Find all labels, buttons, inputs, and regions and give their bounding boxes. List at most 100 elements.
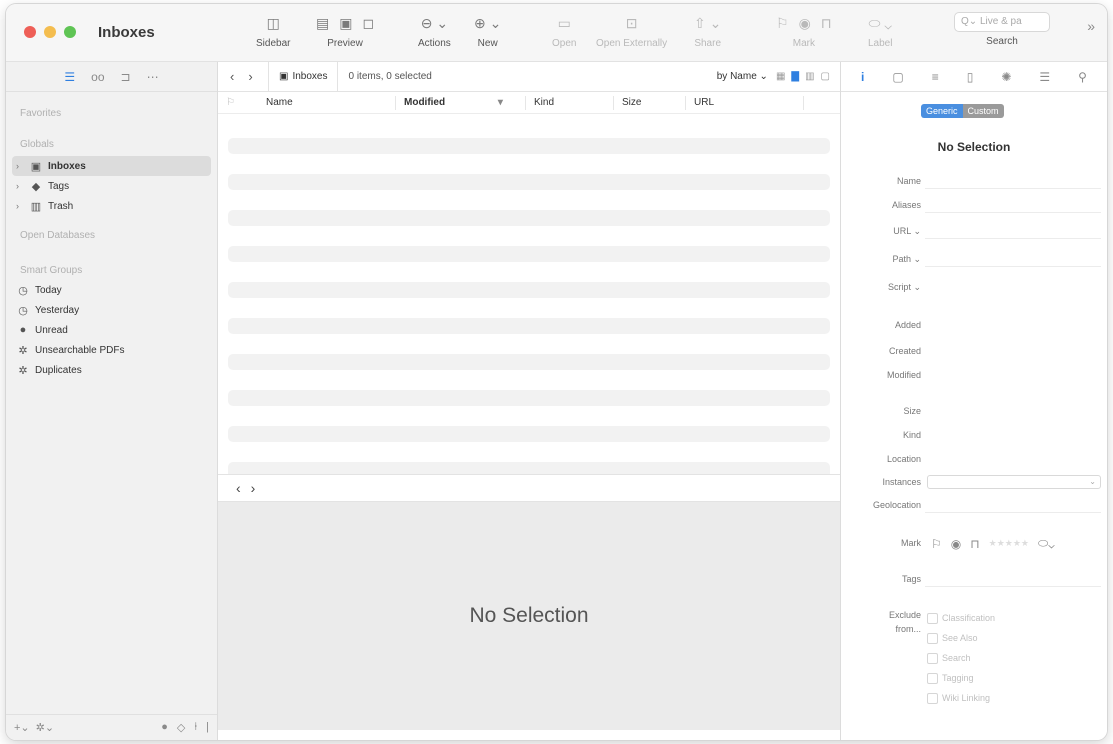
list-view-icon[interactable]: ▇ xyxy=(791,71,799,82)
gear-icon: ✲ xyxy=(18,364,28,377)
preview-list-icon[interactable]: ▤ xyxy=(316,15,329,32)
search-input[interactable]: Q⌄ Live & pa xyxy=(954,12,1050,32)
label-icon[interactable]: ⬭⌄ xyxy=(1038,536,1055,551)
resize-handle-icon[interactable]: | xyxy=(206,721,209,734)
url-label[interactable]: URL ⌄ xyxy=(841,226,921,237)
breadcrumb[interactable]: ▣ Inboxes xyxy=(268,62,339,91)
preview-toggle[interactable]: ▤ ▣ ◻ Preview xyxy=(316,12,374,50)
flag-icon: ⚐ xyxy=(776,14,789,31)
text-icon[interactable]: ☰ xyxy=(1039,70,1050,84)
search-icon[interactable]: ⚲ xyxy=(1078,70,1087,84)
aliases-field[interactable] xyxy=(925,212,1101,213)
add-menu-icon[interactable]: +⌄ xyxy=(14,721,30,734)
sidebar-item-today[interactable]: ◷ Today xyxy=(6,280,217,300)
sidebar-item-yesterday[interactable]: ◷ Yesterday xyxy=(6,300,217,320)
disclosure-icon[interactable]: › xyxy=(16,201,24,211)
document-list[interactable] xyxy=(218,114,840,474)
sidebar-item-tags[interactable]: › ◆ Tags xyxy=(6,176,217,196)
document-icon[interactable]: ▯ xyxy=(967,70,974,84)
disclosure-icon[interactable]: › xyxy=(16,161,24,171)
new-menu[interactable]: ⊕ ⌄ New xyxy=(474,12,501,50)
inspector-pane: i ▢ ≡ ▯ ✺ ☰ ⚲ Generic Custom No Selectio… xyxy=(840,62,1107,740)
column-header-size[interactable]: Size xyxy=(614,95,686,110)
sidebar-item-unread[interactable]: ● Unread xyxy=(6,320,217,340)
connections-icon[interactable]: oo xyxy=(91,70,104,84)
exclude-classification-checkbox[interactable]: Classification xyxy=(927,608,995,628)
lock-icon[interactable]: ⊓ xyxy=(970,537,979,551)
script-label[interactable]: Script ⌄ xyxy=(841,282,921,293)
sidebar-footer: +⌄ ✲⌄ ● ◇ ⍿ | xyxy=(6,714,217,740)
minimize-window-button[interactable] xyxy=(44,26,56,38)
sort-menu[interactable]: by Name ⌄ xyxy=(717,71,768,82)
disclosure-icon[interactable]: › xyxy=(16,181,24,191)
zoom-window-button[interactable] xyxy=(64,26,76,38)
flag-icon[interactable]: ⚐ xyxy=(931,537,942,551)
table-header: ⚐ Name Modified ▾ Kind Size URL xyxy=(218,92,840,114)
sidebar-item-unsearchable-pdfs[interactable]: ✲ Unsearchable PDFs xyxy=(6,340,217,360)
list-view-icon[interactable]: ☰ xyxy=(64,70,75,84)
preview-side-icon[interactable]: ◻ xyxy=(362,15,374,32)
back-icon[interactable]: ‹ xyxy=(230,69,234,84)
geolocation-field[interactable] xyxy=(925,512,1101,513)
open-button[interactable]: ▭ Open xyxy=(552,12,577,50)
share-button[interactable]: ⇧ ⌄ Share xyxy=(694,12,721,50)
search-icon: Q⌄ xyxy=(961,16,978,27)
column-view-icon[interactable]: ▥ xyxy=(805,71,814,82)
activity-icon[interactable]: ● xyxy=(161,721,168,734)
outline-icon[interactable]: ≡ xyxy=(932,70,939,84)
annotation-icon[interactable]: ▢ xyxy=(892,70,903,84)
column-header-url[interactable]: URL xyxy=(686,95,804,110)
open-label: Open xyxy=(552,38,577,49)
label-button[interactable]: ⬭ ⌄ Label xyxy=(868,12,892,50)
sidebar-item-duplicates[interactable]: ✲ Duplicates xyxy=(6,360,217,380)
preview-split-icon[interactable]: ▣ xyxy=(339,15,352,32)
close-window-button[interactable] xyxy=(24,26,36,38)
exclude-search-checkbox[interactable]: Search xyxy=(927,648,995,668)
info-icon[interactable]: i xyxy=(861,70,864,84)
sidebar-toggle[interactable]: ◫ Sidebar xyxy=(256,12,290,50)
generic-tab[interactable]: Generic xyxy=(921,104,963,118)
tags-field[interactable] xyxy=(925,586,1101,587)
sidebar-section-open-databases: Open Databases xyxy=(20,230,96,241)
mark-button[interactable]: ⚐ ◉ ⊓ Mark xyxy=(776,12,832,50)
exclude-tagging-checkbox[interactable]: Tagging xyxy=(927,668,995,688)
exclude-see-also-checkbox[interactable]: See Also xyxy=(927,628,995,648)
exclude-wiki-linking-checkbox[interactable]: Wiki Linking xyxy=(927,688,995,708)
cover-view-icon[interactable]: ▢ xyxy=(821,71,830,82)
url-label-text: URL xyxy=(893,226,911,236)
open-externally-button[interactable]: ⊡ Open Externally xyxy=(596,12,667,50)
name-field[interactable] xyxy=(925,188,1101,189)
instances-select[interactable]: ⌄ xyxy=(927,475,1101,489)
rating-stars[interactable]: ★★★★★ xyxy=(989,538,1029,549)
flag-column-icon[interactable]: ⚐ xyxy=(218,96,258,110)
actions-menu[interactable]: ⊖ ⌄ Actions xyxy=(418,12,451,50)
sidebar-item-label: Tags xyxy=(48,180,70,192)
placeholder-row xyxy=(228,138,830,154)
sidebar-item-inboxes[interactable]: › ▣ Inboxes xyxy=(12,156,211,176)
tag-filter-icon[interactable]: ◇ xyxy=(177,721,185,734)
path-field[interactable] xyxy=(925,266,1101,267)
toolbar-overflow-icon[interactable]: » xyxy=(1087,18,1095,34)
name-label: Name xyxy=(896,176,921,186)
gear-menu-icon[interactable]: ✲⌄ xyxy=(36,721,54,734)
path-label[interactable]: Path ⌄ xyxy=(841,254,921,265)
column-header-modified[interactable]: Modified ▾ xyxy=(396,95,526,110)
actions-label: Actions xyxy=(418,38,451,49)
sidebar-item-trash[interactable]: › ▥ Trash xyxy=(6,196,217,216)
icon-view-icon[interactable]: ▦ xyxy=(776,71,785,82)
placeholder-row xyxy=(228,246,830,262)
forward-icon[interactable]: › xyxy=(248,69,252,84)
pin-icon[interactable]: ⍿ xyxy=(194,721,197,734)
import-icon[interactable]: ⊐ xyxy=(121,70,131,84)
gear-icon: ✲ xyxy=(18,344,28,357)
column-header-kind[interactable]: Kind xyxy=(526,95,614,110)
back-icon[interactable]: ‹ xyxy=(236,480,241,496)
column-header-name[interactable]: Name xyxy=(258,95,396,110)
tags-label: Tags xyxy=(901,574,921,584)
unread-icon[interactable]: ◉ xyxy=(951,537,961,551)
graph-icon[interactable]: ⋯ xyxy=(147,70,159,84)
url-field[interactable] xyxy=(925,238,1101,239)
custom-tab[interactable]: Custom xyxy=(962,104,1004,118)
forward-icon[interactable]: › xyxy=(251,480,256,496)
concordance-icon[interactable]: ✺ xyxy=(1001,70,1011,84)
